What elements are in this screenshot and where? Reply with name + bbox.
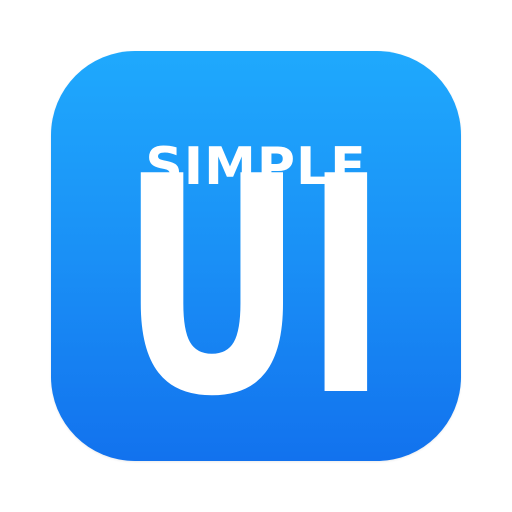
- app-icon: SIMPLE UI: [51, 51, 461, 461]
- logo-word-ui-graphic: UI: [120, 113, 388, 461]
- logo-word-ui: UI: [120, 113, 388, 461]
- stage: SIMPLE UI: [0, 0, 512, 512]
